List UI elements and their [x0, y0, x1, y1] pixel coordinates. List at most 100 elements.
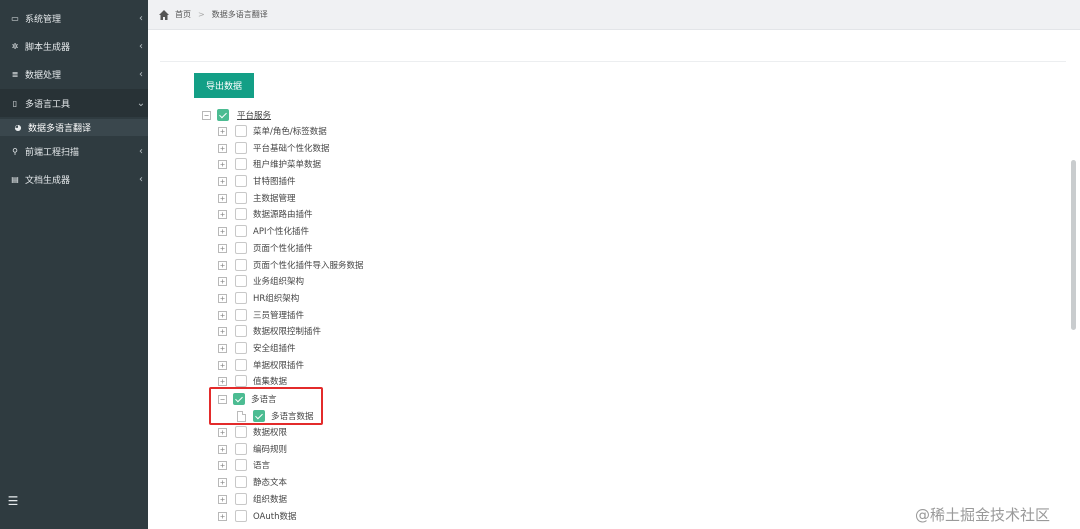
- tree-node[interactable]: + 数据权限控制插件: [218, 323, 321, 339]
- checkbox[interactable]: [235, 259, 247, 271]
- checkbox[interactable]: [235, 426, 247, 438]
- collapse-icon[interactable]: −: [202, 110, 211, 120]
- tree-node[interactable]: + OAuth数据: [218, 508, 296, 524]
- expand-icon[interactable]: +: [218, 376, 227, 386]
- tree-node[interactable]: + API个性化插件: [218, 223, 309, 239]
- tree-node[interactable]: + 页面个性化插件导入服务数据: [218, 257, 364, 273]
- tree-node-label[interactable]: 菜单/角色/标签数据: [253, 125, 327, 137]
- expand-icon[interactable]: +: [218, 494, 227, 504]
- checkbox[interactable]: [235, 309, 247, 321]
- checkbox[interactable]: [235, 225, 247, 237]
- tree-node[interactable]: + 数据源路由插件: [218, 206, 313, 222]
- tree-node-label[interactable]: 甘特图插件: [253, 175, 296, 187]
- tree-node[interactable]: + 单据权限插件: [218, 357, 304, 373]
- export-data-button[interactable]: 导出数据: [194, 73, 254, 98]
- tree-node-label[interactable]: 数据权限控制插件: [253, 325, 321, 337]
- expand-icon[interactable]: +: [218, 260, 227, 270]
- tree-node[interactable]: + 业务组织架构: [218, 273, 304, 289]
- checkbox[interactable]: [235, 242, 247, 254]
- tree-node-label[interactable]: 页面个性化插件导入服务数据: [253, 259, 364, 271]
- checkbox-checked[interactable]: [217, 109, 229, 121]
- tree-node[interactable]: + 平台基础个性化数据: [218, 140, 330, 156]
- tree-node-label[interactable]: 平台服务: [237, 109, 271, 121]
- checkbox[interactable]: [235, 192, 247, 204]
- tree-node-label[interactable]: 数据权限: [253, 426, 287, 438]
- tree-node[interactable]: + 主数据管理: [218, 190, 296, 206]
- breadcrumb-home-link[interactable]: 首页: [175, 9, 191, 20]
- tree-node-label[interactable]: 编码规则: [253, 443, 287, 455]
- expand-icon[interactable]: +: [218, 159, 227, 169]
- expand-icon[interactable]: +: [218, 276, 227, 286]
- expand-icon[interactable]: +: [218, 310, 227, 320]
- tree-node-label[interactable]: 数据源路由插件: [253, 208, 313, 220]
- checkbox[interactable]: [235, 142, 247, 154]
- tree-node-label[interactable]: 主数据管理: [253, 192, 296, 204]
- checkbox[interactable]: [235, 342, 247, 354]
- checkbox[interactable]: [235, 325, 247, 337]
- sidebar-subitem-data-translation[interactable]: ◕ 数据多语言翻译: [0, 119, 148, 136]
- expand-icon[interactable]: +: [218, 193, 227, 203]
- tree-node[interactable]: + 页面个性化插件: [218, 240, 313, 256]
- checkbox[interactable]: [235, 292, 247, 304]
- checkbox[interactable]: [235, 359, 247, 371]
- checkbox[interactable]: [235, 125, 247, 137]
- checkbox[interactable]: [235, 459, 247, 471]
- tree-node-label[interactable]: OAuth数据: [253, 510, 296, 522]
- checkbox[interactable]: [235, 493, 247, 505]
- tree-node[interactable]: + 数据权限: [218, 424, 287, 440]
- checkbox[interactable]: [235, 476, 247, 488]
- tree-node[interactable]: + 安全组插件: [218, 340, 296, 356]
- tree-node-root[interactable]: − 平台服务: [202, 107, 271, 123]
- tree-node[interactable]: + 租户维护菜单数据: [218, 156, 321, 172]
- sidebar-item-frontend-scan[interactable]: ⚲ 前端工程扫描 ‹: [0, 137, 148, 165]
- sidebar-item-data-processing[interactable]: ≣ 数据处理 ‹: [0, 60, 148, 88]
- expand-icon[interactable]: +: [218, 326, 227, 336]
- tree-node-label[interactable]: 静态文本: [253, 476, 287, 488]
- tree-node[interactable]: + 菜单/角色/标签数据: [218, 123, 327, 139]
- tree-node-label[interactable]: HR组织架构: [253, 292, 299, 304]
- expand-icon[interactable]: +: [218, 444, 227, 454]
- checkbox[interactable]: [235, 208, 247, 220]
- expand-icon[interactable]: +: [218, 209, 227, 219]
- checkbox[interactable]: [235, 158, 247, 170]
- checkbox[interactable]: [235, 275, 247, 287]
- tree-node-label[interactable]: 租户维护菜单数据: [253, 158, 321, 170]
- checkbox[interactable]: [235, 443, 247, 455]
- expand-icon[interactable]: +: [218, 176, 227, 186]
- tree-node-label[interactable]: 业务组织架构: [253, 275, 304, 287]
- checkbox[interactable]: [235, 375, 247, 387]
- scrollbar-thumb[interactable]: [1071, 160, 1076, 330]
- tree-node[interactable]: + 语言: [218, 457, 270, 473]
- menu-toggle-icon[interactable]: ☰: [6, 494, 20, 508]
- expand-icon[interactable]: +: [218, 460, 227, 470]
- sidebar-item-multilang-tools[interactable]: ▯ 多语言工具 ⌄: [0, 89, 148, 117]
- sidebar-item-doc-generator[interactable]: ▤ 文档生成器 ‹: [0, 165, 148, 193]
- tree-node[interactable]: + 编码规则: [218, 441, 287, 457]
- expand-icon[interactable]: +: [218, 477, 227, 487]
- tree-node-label[interactable]: 单据权限插件: [253, 359, 304, 371]
- tree-node-label[interactable]: 语言: [253, 459, 270, 471]
- tree-node[interactable]: + 甘特图插件: [218, 173, 296, 189]
- expand-icon[interactable]: +: [218, 511, 227, 521]
- tree-node[interactable]: + HR组织架构: [218, 290, 299, 306]
- sidebar-item-script-generator[interactable]: ✲ 脚本生成器 ‹: [0, 32, 148, 60]
- checkbox[interactable]: [235, 175, 247, 187]
- tree-node-label[interactable]: 页面个性化插件: [253, 242, 313, 254]
- expand-icon[interactable]: +: [218, 143, 227, 153]
- expand-icon[interactable]: +: [218, 360, 227, 370]
- tree-node[interactable]: + 组织数据: [218, 491, 287, 507]
- sidebar-item-system-management[interactable]: ▭ 系统管理 ‹: [0, 4, 148, 32]
- tree-node[interactable]: + 静态文本: [218, 474, 287, 490]
- tree-node-label[interactable]: 平台基础个性化数据: [253, 142, 330, 154]
- expand-icon[interactable]: +: [218, 427, 227, 437]
- tree-node-label[interactable]: API个性化插件: [253, 225, 309, 237]
- expand-icon[interactable]: +: [218, 293, 227, 303]
- expand-icon[interactable]: +: [218, 243, 227, 253]
- tree-node-label[interactable]: 组织数据: [253, 493, 287, 505]
- home-icon[interactable]: [158, 9, 170, 21]
- tree-node-label[interactable]: 值集数据: [253, 375, 287, 387]
- expand-icon[interactable]: +: [218, 226, 227, 236]
- tree-node[interactable]: + 三员管理插件: [218, 307, 304, 323]
- expand-icon[interactable]: +: [218, 126, 227, 136]
- checkbox[interactable]: [235, 510, 247, 522]
